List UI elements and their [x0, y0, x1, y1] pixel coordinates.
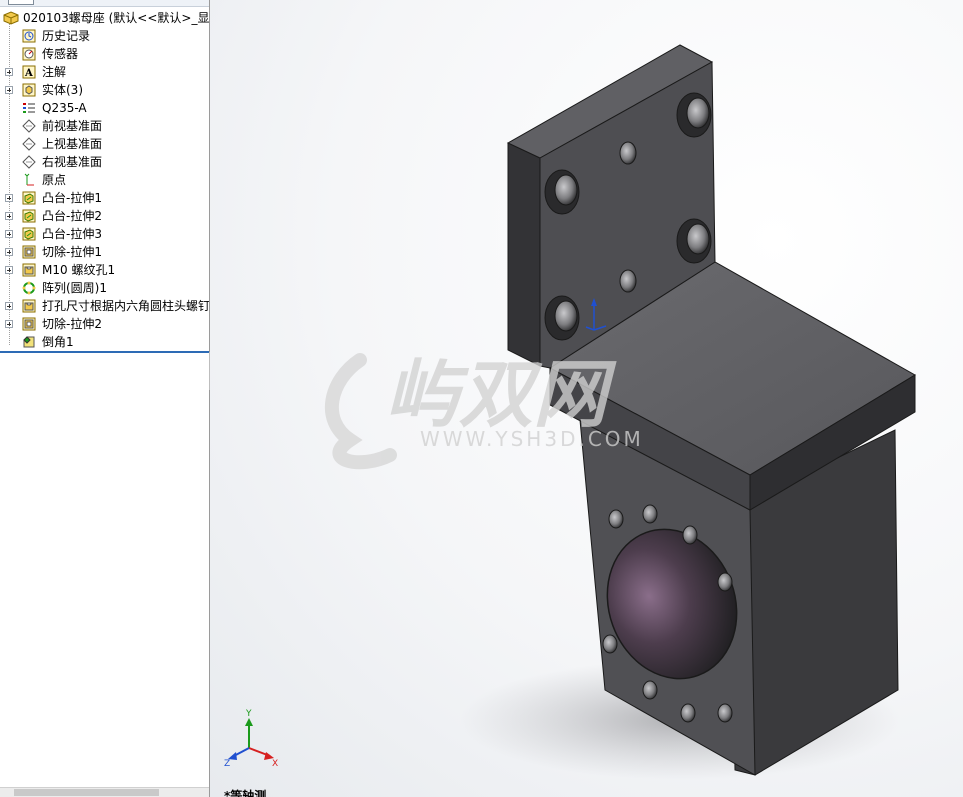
tree-item-label: 打孔尺寸根据内六角圆柱头螺钉 [42, 299, 210, 313]
view-triad[interactable]: Y X Z [224, 709, 278, 769]
plane-icon [22, 155, 36, 169]
scrollbar-thumb[interactable] [14, 789, 159, 796]
circular-pattern-icon [22, 281, 36, 295]
svg-text:A: A [24, 68, 33, 79]
tree-tab-handle[interactable] [8, 0, 34, 5]
plane-icon [22, 119, 36, 133]
tree-item[interactable]: 凸台-拉伸1 [0, 189, 209, 207]
sensor-icon [22, 47, 36, 61]
tree-item[interactable]: 打孔尺寸根据内六角圆柱头螺钉 [0, 297, 209, 315]
tree-item-label: 凸台-拉伸1 [42, 191, 102, 205]
tree-item[interactable]: 右视基准面 [0, 153, 209, 171]
plane-icon [22, 137, 36, 151]
expand-toggle-icon[interactable] [5, 230, 13, 238]
tree-item[interactable]: 前视基准面 [0, 117, 209, 135]
tree-item[interactable]: 切除-拉伸2 [0, 315, 209, 333]
tree-item-label: 实体(3) [42, 83, 83, 97]
watermark-url-text: WWW.YSH3D.COM [420, 427, 644, 451]
expand-toggle-icon[interactable] [5, 212, 13, 220]
expand-toggle-icon[interactable] [5, 86, 13, 94]
tree-item-label: 切除-拉伸1 [42, 245, 102, 259]
feature-manager-tree: 020103螺母座 (默认<<默认>_显示 历史记录传感器 A 注解实体(3) Q23… [0, 0, 210, 797]
tree-item-label: 注解 [42, 65, 67, 79]
watermark: 屿双网 WWW.YSH3D.COM [325, 352, 644, 470]
tree-item-label: 上视基准面 [42, 137, 103, 151]
expand-toggle-icon[interactable] [5, 68, 13, 76]
annotation-icon: A [22, 65, 36, 79]
tree-item[interactable]: 原点 [0, 171, 209, 189]
tree-root-part[interactable]: 020103螺母座 (默认<<默认>_显示 [0, 9, 209, 27]
feature-tree-list: 020103螺母座 (默认<<默认>_显示 历史记录传感器 A 注解实体(3) Q23… [0, 9, 209, 351]
tree-item[interactable]: A 注解 [0, 63, 209, 81]
model-canvas: 屿双网 WWW.YSH3D.COM Y X Z [224, 44, 916, 780]
expand-toggle-icon[interactable] [5, 248, 13, 256]
tree-item[interactable]: 凸台-拉伸2 [0, 207, 209, 225]
cut-extrude-icon [22, 245, 36, 259]
tree-item[interactable]: 倒角1 [0, 333, 209, 351]
tree-item-label: 前视基准面 [42, 119, 103, 133]
tree-item[interactable]: 切除-拉伸1 [0, 243, 209, 261]
tree-item-label: 凸台-拉伸3 [42, 227, 102, 241]
tree-item[interactable]: Q235-A [0, 99, 209, 117]
part-icon [3, 11, 19, 25]
tree-horizontal-scrollbar[interactable] [0, 787, 209, 797]
history-icon [22, 29, 36, 43]
tree-item-label: M10 螺纹孔1 [42, 263, 116, 277]
boss-extrude-icon [22, 227, 36, 241]
expand-toggle-icon[interactable] [5, 194, 13, 202]
hole-wizard-icon [22, 263, 36, 277]
origin-icon [22, 173, 36, 187]
hole-wizard-icon [22, 299, 36, 313]
solid-bodies-icon [22, 83, 36, 97]
tree-item[interactable]: 历史记录 [0, 27, 209, 45]
graphics-viewport[interactable]: 屿双网 WWW.YSH3D.COM Y X Z *等轴测 [210, 0, 963, 797]
tree-item[interactable]: 上视基准面 [0, 135, 209, 153]
expand-toggle-icon[interactable] [5, 302, 13, 310]
tree-item-label: 阵列(圆周)1 [42, 281, 107, 295]
tree-item-label: Q235-A [42, 101, 87, 115]
material-icon [22, 101, 36, 115]
triad-x-label: X [272, 759, 278, 769]
tree-top-bar [0, 0, 209, 7]
boss-extrude-icon [22, 191, 36, 205]
boss-extrude-icon [22, 209, 36, 223]
tree-item[interactable]: M10 螺纹孔1 [0, 261, 209, 279]
triad-y-label: Y [245, 709, 252, 719]
tree-item-label: 切除-拉伸2 [42, 317, 102, 331]
expand-toggle-icon[interactable] [5, 266, 13, 274]
tree-item-label: 历史记录 [42, 29, 91, 43]
expand-toggle-icon[interactable] [5, 320, 13, 328]
tree-item[interactable]: 凸台-拉伸3 [0, 225, 209, 243]
watermark-main-text: 屿双网 [385, 352, 617, 438]
tree-divider [0, 351, 209, 353]
chamfer-icon [22, 335, 36, 349]
tree-item[interactable]: 传感器 [0, 45, 209, 63]
tree-item-label: 凸台-拉伸2 [42, 209, 102, 223]
tree-item-label: 倒角1 [42, 335, 74, 349]
view-name-label: *等轴测 [224, 789, 267, 797]
tree-root-label: 020103螺母座 (默认<<默认>_显示 [23, 11, 210, 25]
cut-extrude-icon [22, 317, 36, 331]
triad-z-label: Z [224, 759, 230, 769]
tree-item-label: 右视基准面 [42, 155, 103, 169]
tree-item-label: 传感器 [42, 47, 79, 61]
tree-item[interactable]: 实体(3) [0, 81, 209, 99]
tree-item[interactable]: 阵列(圆周)1 [0, 279, 209, 297]
tree-item-label: 原点 [42, 173, 67, 187]
